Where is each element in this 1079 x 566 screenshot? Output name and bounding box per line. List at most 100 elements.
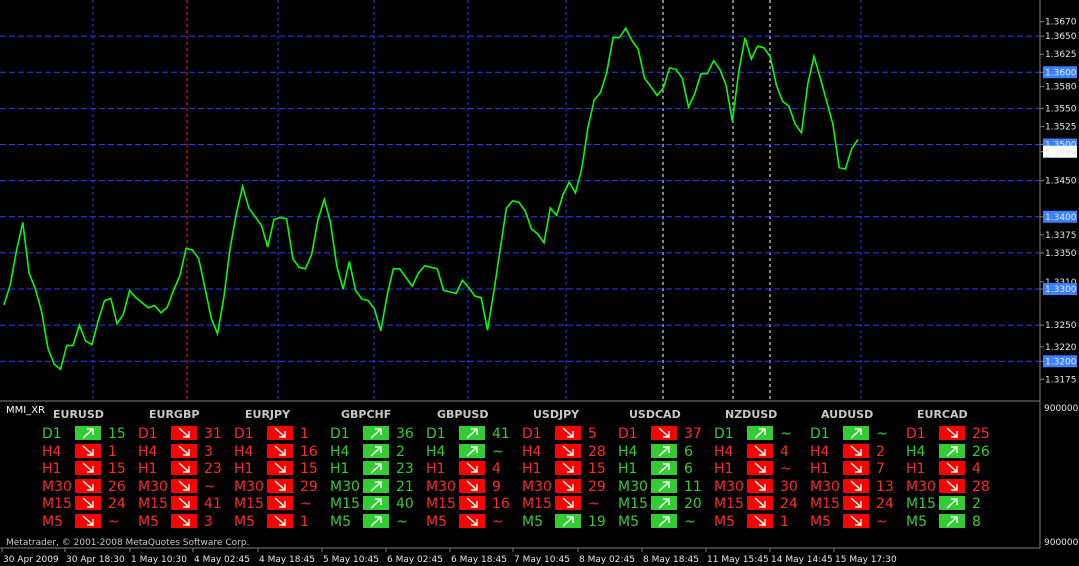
price-label: 1.3600 (1045, 68, 1077, 78)
strength-value: 28 (588, 444, 606, 460)
strength-value: 3 (204, 444, 213, 460)
copyright-text: Metatrader, © 2001-2008 MetaQuotes Softw… (6, 538, 249, 548)
timeframe-label: M30 (42, 479, 72, 495)
timeframe-label: H1 (810, 461, 829, 477)
timeframe-label: D1 (330, 426, 350, 442)
timeframe-label: H1 (618, 461, 637, 477)
strength-value: ~ (204, 479, 216, 495)
timeframe-label: H4 (234, 444, 254, 460)
strength-value: 21 (396, 479, 414, 495)
strength-value: 4 (492, 461, 501, 477)
strength-value: 16 (300, 444, 318, 460)
strength-value: 15 (108, 426, 126, 442)
timeframe-label: M15 (522, 496, 552, 512)
price-label: 1.3250 (1045, 321, 1077, 331)
timeframe-label: H1 (714, 461, 733, 477)
strength-value: 2 (972, 496, 981, 512)
time-label: 30 Apr 18:30 (66, 555, 125, 565)
timeframe-label: M15 (330, 496, 360, 512)
strength-value: 19 (588, 514, 606, 530)
timeframe-label: H4 (618, 444, 638, 460)
strength-value: 8 (972, 514, 981, 530)
timeframe-label: H4 (138, 444, 158, 460)
timeframe-label: H4 (42, 444, 62, 460)
strength-value: 28 (972, 479, 990, 495)
price-label: 1.3375 (1045, 231, 1077, 241)
price-label: 1.3300 (1045, 285, 1077, 295)
strength-value: ~ (300, 496, 312, 512)
timeframe-label: M5 (714, 514, 735, 530)
strength-value: 24 (108, 496, 126, 512)
timeframe-label: M5 (138, 514, 159, 530)
timeframe-label: H4 (714, 444, 734, 460)
timeframe-label: H1 (138, 461, 157, 477)
strength-value: 13 (876, 479, 894, 495)
time-label: 1 May 10:30 (131, 555, 187, 565)
strength-value: 31 (204, 426, 222, 442)
timeframe-label: H1 (234, 461, 253, 477)
pair-title: AUDUSD (821, 408, 873, 421)
timeframe-label: M5 (426, 514, 447, 530)
pair-title: EURGBP (149, 408, 199, 421)
strength-value: 1 (300, 426, 309, 442)
timeframe-label: M30 (810, 479, 840, 495)
strength-value: ~ (396, 514, 408, 530)
strength-value: 26 (108, 479, 126, 495)
time-label: 15 May 17:30 (835, 555, 897, 565)
timeframe-label: M5 (330, 514, 351, 530)
timeframe-label: D1 (714, 426, 734, 442)
price-label: 1.3650 (1045, 32, 1077, 42)
strength-value: 23 (204, 461, 222, 477)
price-label: 1.3625 (1045, 50, 1077, 60)
price-label: 1.3400 (1045, 213, 1077, 223)
strength-value: 6 (684, 461, 693, 477)
timeframe-label: M30 (426, 479, 456, 495)
timeframe-label: M15 (138, 496, 168, 512)
strength-value: 1 (108, 444, 117, 460)
pair-title: EURUSD (53, 408, 104, 421)
time-label: 30 Apr 2009 (3, 555, 59, 565)
strength-value: ~ (876, 514, 888, 530)
strength-value: ~ (780, 426, 792, 442)
timeframe-label: H4 (330, 444, 350, 460)
strength-value: 9 (492, 479, 501, 495)
time-label: 6 May 18:45 (451, 555, 507, 565)
strength-value: 40 (396, 496, 414, 512)
timeframe-label: M30 (330, 479, 360, 495)
timeframe-label: M15 (234, 496, 264, 512)
strength-value: 23 (396, 461, 414, 477)
strength-value: 4 (780, 444, 789, 460)
strength-value: 6 (684, 444, 693, 460)
timeframe-label: M5 (906, 514, 927, 530)
indicator-name: MMI_XR (6, 405, 45, 416)
timeframe-label: D1 (906, 426, 926, 442)
time-label: 6 May 02:45 (387, 555, 443, 565)
pair-title: NZDUSD (725, 408, 777, 421)
indicator-scale-bottom: 9000000 (1044, 538, 1079, 548)
price-label: 1.3175 (1045, 375, 1077, 385)
strength-value: 2 (876, 444, 885, 460)
timeframe-label: M15 (42, 496, 72, 512)
pair-title: EURCAD (917, 408, 968, 421)
timeframe-label: H1 (906, 461, 925, 477)
timeframe-label: D1 (234, 426, 254, 442)
price-label: 1.3490 (1045, 148, 1077, 158)
timeframe-label: M5 (810, 514, 831, 530)
time-label: 4 May 18:45 (259, 555, 315, 565)
timeframe-label: D1 (138, 426, 158, 442)
time-label: 14 May 14:45 (771, 555, 833, 565)
strength-value: 36 (396, 426, 414, 442)
strength-value: 11 (684, 479, 702, 495)
time-label: 7 May 10:45 (514, 555, 570, 565)
timeframe-label: M5 (42, 514, 63, 530)
timeframe-label: H4 (522, 444, 542, 460)
strength-value: 3 (204, 514, 213, 530)
timeframe-label: M5 (522, 514, 543, 530)
price-label: 1.3450 (1045, 177, 1077, 187)
trading-chart[interactable]: 1.3670 1.3650 1.3625 1.3600 1.3580 1.3550 1.35… (0, 0, 1079, 566)
time-label: 11 May 15:45 (707, 555, 769, 565)
pair-title: USDJPY (533, 408, 580, 421)
timeframe-label: M30 (522, 479, 552, 495)
strength-value: 2 (396, 444, 405, 460)
timeframe-label: H4 (810, 444, 830, 460)
